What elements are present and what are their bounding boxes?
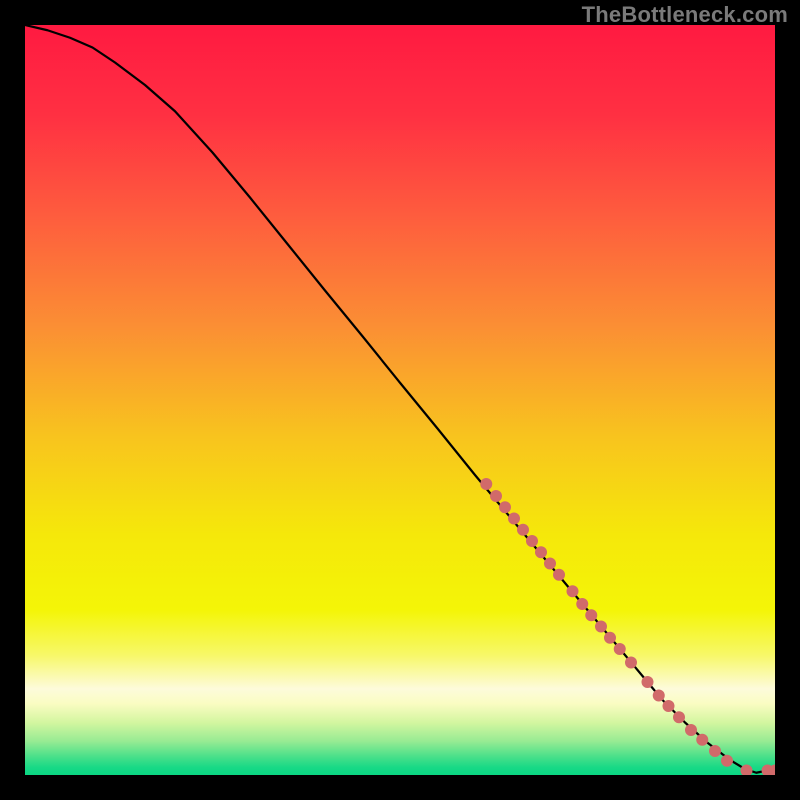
chart-stage: TheBottleneck.com bbox=[0, 0, 800, 800]
data-marker bbox=[709, 745, 721, 757]
data-marker bbox=[614, 643, 626, 655]
data-marker bbox=[517, 524, 529, 536]
data-marker bbox=[499, 501, 511, 513]
data-marker bbox=[604, 632, 616, 644]
data-marker bbox=[642, 676, 654, 688]
data-marker bbox=[696, 734, 708, 746]
data-marker bbox=[595, 621, 607, 633]
gradient-background bbox=[25, 25, 775, 775]
data-marker bbox=[721, 755, 733, 767]
data-marker bbox=[526, 535, 538, 547]
data-marker bbox=[576, 598, 588, 610]
chart-plot bbox=[25, 25, 775, 775]
data-marker bbox=[508, 513, 520, 525]
data-marker bbox=[663, 700, 675, 712]
data-marker bbox=[685, 724, 697, 736]
data-marker bbox=[653, 690, 665, 702]
data-marker bbox=[544, 558, 556, 570]
data-marker bbox=[567, 585, 579, 597]
data-marker bbox=[625, 657, 637, 669]
data-marker bbox=[490, 490, 502, 502]
data-marker bbox=[673, 711, 685, 723]
data-marker bbox=[535, 546, 547, 558]
data-marker bbox=[585, 609, 597, 621]
data-marker bbox=[480, 478, 492, 490]
data-marker bbox=[553, 569, 565, 581]
